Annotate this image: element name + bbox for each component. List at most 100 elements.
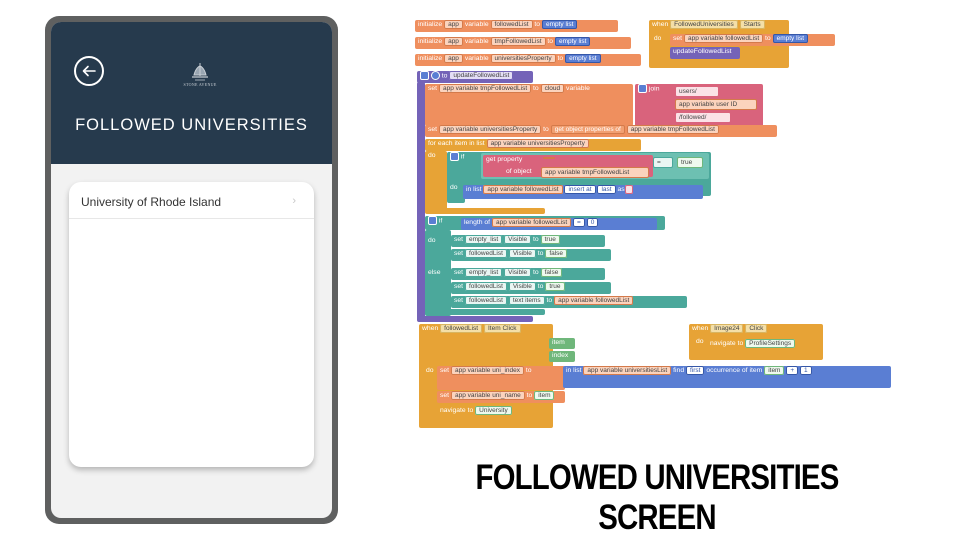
procedure-header[interactable]: to updateFollowedList [417, 71, 533, 83]
component-dropdown[interactable]: FollowedUniversities [670, 20, 738, 29]
insert-list-item-block[interactable]: in list app variable followedList insert… [463, 185, 703, 199]
true-block[interactable]: true [677, 157, 703, 168]
item-slot[interactable] [624, 185, 633, 194]
variable-name[interactable]: followedList [490, 20, 533, 29]
component-dropdown[interactable]: empty_list [464, 235, 503, 244]
param-item[interactable]: item [549, 338, 575, 349]
last-dropdown[interactable]: last [597, 185, 616, 194]
set-followedList-visible[interactable]: set followedList Visible to false [451, 249, 611, 261]
cloud-dropdown[interactable]: cloud [540, 84, 565, 93]
equals-dropdown[interactable]: = [653, 157, 673, 168]
text-users[interactable]: users/ [675, 86, 719, 97]
back-arrow-circle-icon[interactable] [74, 56, 104, 86]
item-getter[interactable]: item [534, 391, 555, 400]
bool-value[interactable]: false [545, 249, 568, 258]
property-dropdown[interactable]: Visible [508, 282, 536, 291]
plus-operator[interactable]: + [786, 366, 799, 375]
set-followedList-block[interactable]: set app variable followedList to empty l… [670, 34, 835, 46]
component-dropdown[interactable]: followedList [464, 249, 507, 258]
to-label: to [546, 297, 553, 304]
length-compare-block[interactable]: length of app variable followedList = 0 [461, 218, 657, 230]
empty-list-block[interactable]: empty list [554, 37, 591, 46]
list-item[interactable]: University of Rhode Island › [69, 186, 314, 219]
bool-value[interactable]: true [540, 235, 560, 244]
insert-at-dropdown[interactable]: insert at [564, 185, 596, 194]
equals-dropdown[interactable]: = [573, 218, 585, 227]
variable-dropdown[interactable]: app variable uni_name [450, 391, 525, 400]
get-property-label: get property [486, 156, 523, 163]
variable-dropdown[interactable]: app variable followedList [683, 34, 764, 43]
list-variable[interactable]: app variable universitiesProperty [486, 139, 589, 148]
init-tmpFollowedList-block[interactable]: initialize app variable tmpFollowedList … [415, 37, 631, 49]
component-dropdown[interactable]: empty_list [464, 268, 503, 277]
empty-list-block[interactable]: empty list [541, 20, 578, 29]
set-uni-index-block[interactable]: set app variable uni_index to [437, 366, 565, 390]
property-dropdown[interactable]: Visible [508, 249, 536, 258]
event-dropdown[interactable]: Click [745, 324, 768, 333]
screen-header: STONE AVENUE FOLLOWED UNIVERSITIES [51, 22, 332, 164]
component-dropdown[interactable]: followedList [440, 324, 483, 333]
user-id-variable[interactable]: app variable user ID [675, 99, 757, 110]
property-dropdown[interactable]: Visible [504, 268, 532, 277]
item-slot[interactable] [543, 157, 555, 159]
event-dropdown[interactable]: Item Click [484, 324, 521, 333]
set-uni-name-block[interactable]: set app variable uni_name to item [437, 391, 565, 403]
set-followedList-text-items[interactable]: set followedList text items to app varia… [451, 296, 687, 308]
scope-dropdown[interactable]: app [444, 20, 463, 29]
get-object-properties[interactable]: get object properties of [550, 125, 625, 134]
to-label: to [537, 283, 544, 290]
gear-icon[interactable] [428, 216, 437, 225]
find-in-list-block[interactable]: in list app variable universitiesList fi… [563, 366, 891, 388]
init-universitiesProperty-block[interactable]: initialize app variable universitiesProp… [415, 54, 641, 66]
set-empty-list-visible[interactable]: set empty_list Visible to true [451, 235, 605, 247]
item-getter[interactable]: item [764, 366, 785, 375]
navigate-university-block[interactable]: navigate to University [437, 406, 541, 420]
info-icon[interactable] [430, 71, 440, 80]
first-dropdown[interactable]: first [686, 366, 705, 375]
set-tmpFollowedList-block[interactable]: set app variable tmpFollowedList to clou… [425, 84, 633, 126]
event-dropdown[interactable]: Starts [739, 20, 765, 29]
text-followed[interactable]: /followed/ [675, 112, 731, 123]
navigate-profile-block[interactable]: navigate to ProfileSettings [707, 339, 823, 353]
tmpFollowedList-variable[interactable]: app variable tmpFollowedList [626, 125, 719, 134]
bool-value[interactable]: false [540, 268, 563, 277]
call-updateFollowedList-block[interactable]: updateFollowedList [670, 47, 740, 59]
zero-number[interactable]: 0 [586, 218, 599, 227]
followedList-variable[interactable]: app variable followedList [483, 185, 563, 194]
component-dropdown[interactable]: followedList [464, 282, 507, 291]
property-dropdown[interactable]: text items [508, 296, 545, 305]
set-followedList-visible[interactable]: set followedList Visible to true [451, 282, 611, 294]
init-followedList-block[interactable]: initialize app variable followedList to … [415, 20, 618, 32]
component-dropdown[interactable]: followedList [464, 296, 507, 305]
set-universitiesProperty-block[interactable]: set app variable universitiesProperty to… [425, 125, 777, 137]
variable-dropdown[interactable]: app variable uni_index [450, 366, 525, 375]
variable-name[interactable]: universitiesProperty [490, 54, 556, 63]
scope-dropdown[interactable]: app [444, 54, 463, 63]
procedure-name[interactable]: updateFollowedList [449, 71, 514, 81]
followedList-variable[interactable]: app variable followedList [491, 218, 572, 227]
variable-name[interactable]: tmpFollowedList [490, 37, 546, 46]
screen-name[interactable]: University [475, 406, 512, 415]
property-dropdown[interactable]: Visible [504, 235, 532, 244]
one-number[interactable]: 1 [800, 366, 812, 375]
empty-list-block[interactable]: empty list [565, 54, 601, 63]
init-label: initialize [418, 21, 443, 28]
component-dropdown[interactable]: Image24 [710, 324, 744, 333]
set-empty-list-visible[interactable]: set empty_list Visible to false [451, 268, 605, 280]
scope-dropdown[interactable]: app [444, 37, 463, 46]
gear-icon[interactable] [638, 84, 647, 93]
bool-value[interactable]: true [545, 282, 565, 291]
in-list-label: in list [566, 367, 582, 374]
followedList-variable[interactable]: app variable followedList [554, 296, 634, 305]
to-label: to [533, 85, 539, 92]
gear-icon[interactable] [450, 152, 459, 161]
variable-dropdown[interactable]: app variable tmpFollowedList [438, 84, 532, 93]
gear-icon[interactable] [420, 71, 429, 80]
universitiesList-variable[interactable]: app variable universitiesList [583, 366, 672, 375]
tmpFollowedList-variable[interactable]: app variable tmpFollowedList [541, 167, 649, 178]
param-index[interactable]: index [549, 351, 575, 362]
screen-name[interactable]: ProfileSettings [745, 339, 796, 348]
empty-list-block[interactable]: empty list [772, 34, 809, 43]
for-each-block[interactable]: for each item in list app variable unive… [425, 139, 641, 151]
variable-dropdown[interactable]: app variable universitiesProperty [438, 125, 542, 134]
